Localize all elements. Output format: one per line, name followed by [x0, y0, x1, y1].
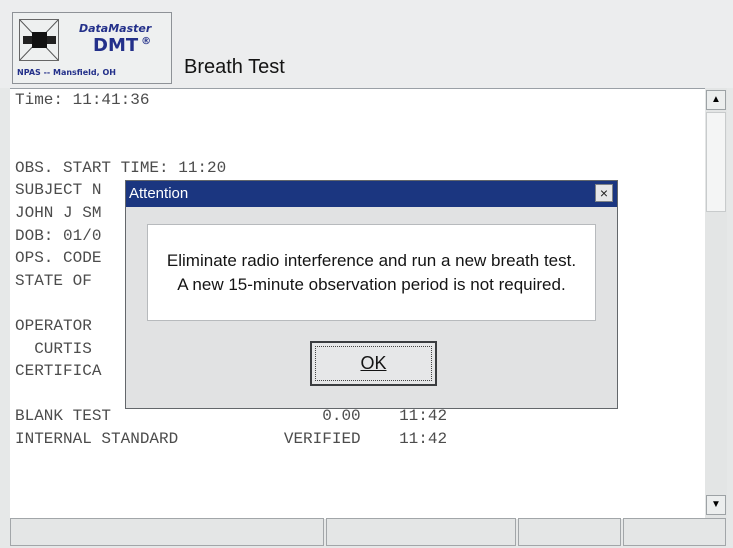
logo-model: DMT ®	[93, 35, 151, 56]
status-cell	[10, 518, 324, 546]
ok-button[interactable]: OK	[310, 341, 437, 386]
registered-mark: ®	[141, 36, 152, 47]
status-cell	[518, 518, 621, 546]
status-cell	[326, 518, 516, 546]
scroll-up-button[interactable]: ▲	[706, 90, 726, 110]
status-cell	[623, 518, 726, 546]
logo-emblem-icon	[19, 19, 59, 61]
logo-model-text: DMT	[93, 35, 139, 56]
dialog-titlebar[interactable]: Attention ×	[126, 181, 617, 207]
dialog-message: Eliminate radio interference and run a n…	[166, 250, 577, 294]
screen-title: Breath Test	[184, 56, 285, 78]
logo-name: DataMaster	[79, 22, 152, 35]
ok-button-label: OK	[360, 353, 387, 373]
status-bar	[10, 518, 728, 548]
scroll-down-button[interactable]: ▼	[706, 495, 726, 515]
scroll-thumb[interactable]	[706, 112, 726, 212]
ok-button-focus: OK	[315, 346, 432, 381]
attention-dialog: Attention × Eliminate radio interference…	[125, 180, 618, 409]
dialog-message-box: Eliminate radio interference and run a n…	[147, 224, 596, 321]
vertical-scrollbar[interactable]: ▲ ▼	[705, 88, 727, 518]
close-icon[interactable]: ×	[595, 184, 613, 202]
datamaster-logo: DataMaster DMT ® NPAS -- Mansfield, OH	[12, 12, 172, 84]
logo-agency: NPAS -- Mansfield, OH	[17, 68, 116, 77]
dialog-title: Attention	[129, 185, 189, 202]
app-header: DataMaster DMT ® NPAS -- Mansfield, OH Br…	[0, 0, 733, 88]
